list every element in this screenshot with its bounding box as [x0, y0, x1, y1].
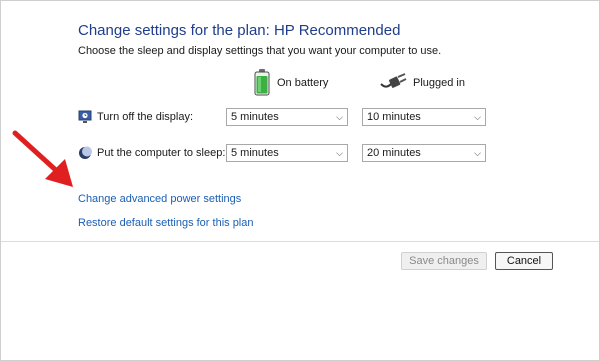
display-on-battery-select[interactable]: 5 minutes ⌵: [226, 108, 348, 126]
column-on-battery: On battery: [253, 68, 329, 99]
select-value: 20 minutes: [367, 147, 421, 159]
sleep-plugged-in-select[interactable]: 20 minutes ⌵: [362, 144, 486, 162]
red-arrow-annotation: [12, 130, 73, 187]
plug-icon: [379, 72, 407, 95]
row-label-turn-off-display: Turn off the display:: [78, 107, 193, 127]
chevron-down-icon: ⌵: [336, 111, 343, 122]
display-plugged-in-select[interactable]: 10 minutes ⌵: [362, 108, 486, 126]
battery-icon: [253, 68, 271, 99]
sleep-moon-icon: [78, 146, 92, 160]
plugged-in-label: Plugged in: [413, 77, 465, 89]
column-plugged-in: Plugged in: [379, 69, 465, 97]
select-value: 5 minutes: [231, 111, 279, 123]
divider: [1, 241, 599, 242]
restore-default-settings-link[interactable]: Restore default settings for this plan: [78, 217, 253, 229]
chevron-down-icon: ⌵: [474, 111, 481, 122]
select-value: 5 minutes: [231, 147, 279, 159]
row-label-text: Put the computer to sleep:: [97, 147, 226, 159]
chevron-down-icon: ⌵: [474, 147, 481, 158]
chevron-down-icon: ⌵: [336, 147, 343, 158]
cancel-button[interactable]: Cancel: [495, 252, 553, 270]
display-icon: [78, 110, 92, 124]
page-title: Change settings for the plan: HP Recomme…: [78, 22, 401, 39]
select-value: 10 minutes: [367, 111, 421, 123]
row-label-text: Turn off the display:: [97, 111, 193, 123]
sleep-on-battery-select[interactable]: 5 minutes ⌵: [226, 144, 348, 162]
row-label-sleep: Put the computer to sleep:: [78, 143, 225, 163]
page-subtitle: Choose the sleep and display settings th…: [78, 45, 442, 57]
change-advanced-power-settings-link[interactable]: Change advanced power settings: [78, 193, 241, 205]
on-battery-label: On battery: [277, 77, 329, 89]
save-changes-button[interactable]: Save changes: [401, 252, 487, 270]
